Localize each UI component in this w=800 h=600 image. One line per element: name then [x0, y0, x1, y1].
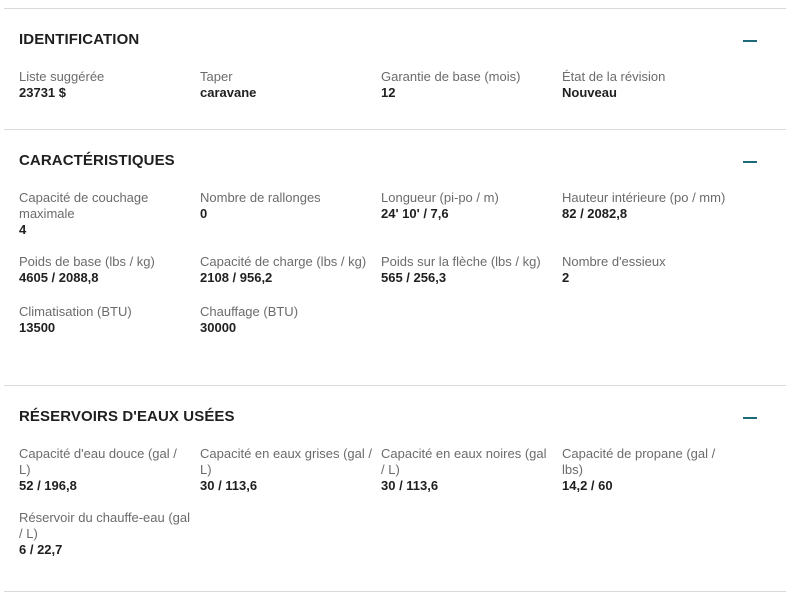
collapse-caracteristiques-button[interactable]: [742, 153, 758, 169]
spec-label: Climatisation (BTU): [19, 304, 132, 319]
spec-value: 30 / 113,6: [200, 478, 258, 493]
spec-value: 23731 $: [19, 85, 66, 100]
spec-label: Poids de base (lbs / kg): [19, 254, 155, 269]
section-reservoirs: RÉSERVOIRS D'EAUX USÉES Capacité d'eau d…: [4, 408, 786, 578]
spec-item: Capacité en eaux noires (gal / L) 30 / 1…: [381, 446, 553, 494]
spec-value: 30 / 113,6: [381, 478, 439, 493]
spec-grid: Capacité d'eau douce (gal / L) 52 / 196,…: [19, 446, 779, 558]
divider: [4, 129, 786, 130]
spec-item: Taper caravane: [200, 69, 372, 103]
divider: [4, 591, 786, 592]
divider: [4, 385, 786, 386]
spec-value: 12: [381, 85, 396, 100]
spec-item: Capacité de couchage maximale 4: [19, 190, 191, 238]
spec-item: Poids sur la flèche (lbs / kg) 565 / 256…: [381, 254, 553, 288]
spec-grid: Capacité de couchage maximale 4 Nombre d…: [19, 190, 779, 338]
spec-value: 4: [19, 222, 27, 237]
spec-value: 13500: [19, 320, 56, 335]
section-title: IDENTIFICATION: [19, 31, 140, 48]
spec-value: 0: [200, 206, 208, 221]
spec-item: Poids de base (lbs / kg) 4605 / 2088,8: [19, 254, 191, 288]
spec-label: Nombre de rallonges: [200, 190, 321, 205]
spec-label: Garantie de base (mois): [381, 69, 521, 84]
minus-icon: [743, 161, 757, 163]
spec-label: Chauffage (BTU): [200, 304, 299, 319]
spec-item: Capacité en eaux grises (gal / L) 30 / 1…: [200, 446, 372, 494]
spec-item: Nombre d'essieux 2: [562, 254, 734, 288]
spec-label: État de la révision: [562, 69, 666, 84]
spec-item: Nombre de rallonges 0: [200, 190, 372, 238]
spec-item: Capacité de charge (lbs / kg) 2108 / 956…: [200, 254, 372, 288]
spec-value: 24' 10' / 7,6: [381, 206, 449, 221]
spec-value: 82 / 2082,8: [562, 206, 628, 221]
spec-label: Capacité de charge (lbs / kg): [200, 254, 367, 269]
spec-label: Poids sur la flèche (lbs / kg): [381, 254, 541, 269]
spec-item: Hauteur intérieure (po / mm) 82 / 2082,8: [562, 190, 734, 238]
spec-value: 30000: [200, 320, 237, 335]
section-identification: IDENTIFICATION Liste suggérée 23731 $ Ta…: [4, 31, 786, 121]
collapse-reservoirs-button[interactable]: [742, 409, 758, 425]
minus-icon: [743, 417, 757, 419]
spec-value: 14,2 / 60: [562, 478, 613, 493]
spec-label: Réservoir du chauffe-eau (gal / L): [19, 510, 191, 541]
spec-value: caravane: [200, 85, 257, 100]
spec-item: Capacité d'eau douce (gal / L) 52 / 196,…: [19, 446, 191, 494]
spec-item: Climatisation (BTU) 13500: [19, 304, 191, 338]
spec-value: 4605 / 2088,8: [19, 270, 99, 285]
spec-label: Longueur (pi-po / m): [381, 190, 499, 205]
spec-label: Capacité en eaux noires (gal / L): [381, 446, 547, 477]
spec-item: Liste suggérée 23731 $: [19, 69, 191, 103]
spec-label: Taper: [200, 69, 233, 84]
spec-value: 565 / 256,3: [381, 270, 447, 285]
spec-value: 2: [562, 270, 570, 285]
spec-value: 6 / 22,7: [19, 542, 63, 557]
spec-item: État de la révision Nouveau: [562, 69, 734, 103]
collapse-identification-button[interactable]: [742, 32, 758, 48]
spec-label: Capacité de propane (gal / lbs): [562, 446, 716, 477]
spec-item: Garantie de base (mois) 12: [381, 69, 553, 103]
spec-item: Réservoir du chauffe-eau (gal / L) 6 / 2…: [19, 510, 191, 558]
spec-label: Hauteur intérieure (po / mm): [562, 190, 726, 205]
minus-icon: [743, 40, 757, 42]
section-title: RÉSERVOIRS D'EAUX USÉES: [19, 408, 235, 425]
spec-value: Nouveau: [562, 85, 617, 100]
section-caracteristiques: CARACTÉRISTIQUES Capacité de couchage ma…: [4, 152, 786, 372]
spec-item: Capacité de propane (gal / lbs) 14,2 / 6…: [562, 446, 734, 494]
spec-label: Capacité de couchage maximale: [19, 190, 149, 221]
spec-label: Capacité d'eau douce (gal / L): [19, 446, 177, 477]
divider: [4, 8, 786, 9]
section-title: CARACTÉRISTIQUES: [19, 152, 175, 169]
spec-label: Liste suggérée: [19, 69, 105, 84]
spec-label: Nombre d'essieux: [562, 254, 666, 269]
spec-item: Longueur (pi-po / m) 24' 10' / 7,6: [381, 190, 553, 238]
spec-grid: Liste suggérée 23731 $ Taper caravane Ga…: [19, 69, 779, 103]
spec-label: Capacité en eaux grises (gal / L): [200, 446, 372, 477]
specs-page: IDENTIFICATION Liste suggérée 23731 $ Ta…: [0, 0, 800, 600]
spec-value: 52 / 196,8: [19, 478, 77, 493]
spec-item: Chauffage (BTU) 30000: [200, 304, 372, 338]
spec-value: 2108 / 956,2: [200, 270, 273, 285]
